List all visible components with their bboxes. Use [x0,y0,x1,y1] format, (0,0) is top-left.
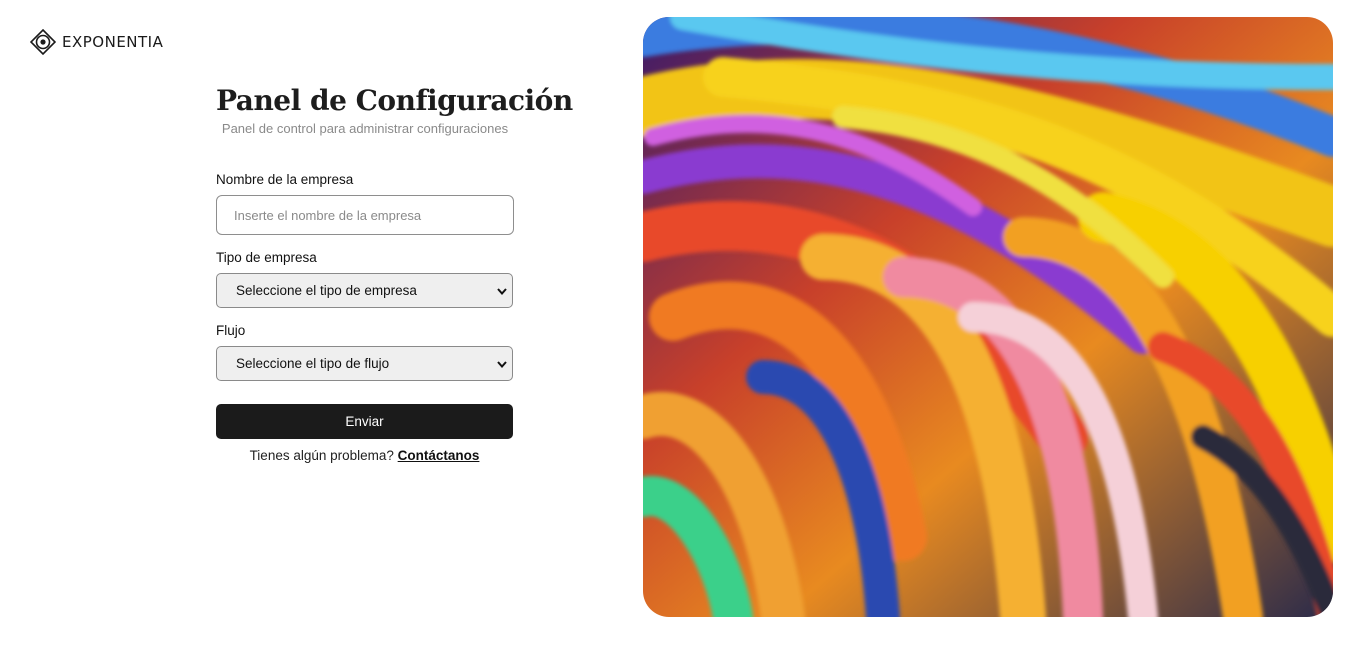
company-name-label: Nombre de la empresa [216,172,354,187]
submit-button[interactable]: Enviar [216,404,513,439]
brand-name: EXPONENTIA [62,33,164,51]
exponentia-logo-icon [30,29,56,55]
page-title: Panel de Configuración [216,84,573,117]
company-name-input[interactable] [216,195,514,235]
help-text-prefix: Tienes algún problema? [249,448,398,463]
page-subtitle: Panel de control para administrar config… [221,121,509,136]
contact-link[interactable]: Contáctanos [398,448,480,463]
abstract-color-burst-image [643,17,1333,617]
chevron-down-icon [497,360,507,368]
chevron-down-icon [497,287,507,295]
flow-select[interactable]: Seleccione el tipo de flujo [216,346,513,381]
company-type-label: Tipo de empresa [216,250,317,265]
flow-label: Flujo [216,323,246,338]
config-form: Panel de Configuración Panel de control … [216,84,573,463]
hero-image [643,17,1333,617]
flow-selected: Seleccione el tipo de flujo [236,356,390,371]
brand-logo[interactable]: EXPONENTIA [30,28,163,56]
company-type-selected: Seleccione el tipo de empresa [236,283,417,298]
company-type-select[interactable]: Seleccione el tipo de empresa [216,273,513,308]
help-text: Tienes algún problema? Contáctanos [216,448,513,463]
